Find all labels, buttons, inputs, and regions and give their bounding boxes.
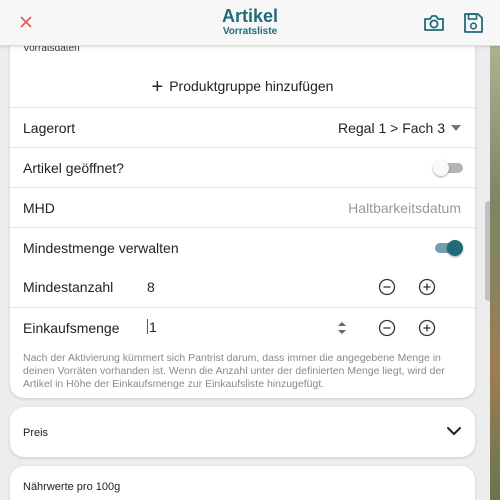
minus-circle-icon (378, 278, 396, 296)
location-value: Regal 1 > Fach 3 (337, 120, 445, 136)
add-product-group-button[interactable]: + Produktgruppe hinzufügen (10, 76, 475, 99)
opened-row: Artikel geöffnet? (10, 147, 475, 187)
min-manage-row: Mindestmenge verwalten (10, 227, 475, 267)
dropdown-caret-icon (451, 125, 461, 131)
buy-qty-input[interactable]: 1 (147, 319, 342, 339)
app-bar: Artikel Vorratsliste (0, 0, 500, 46)
buy-qty-label: Einkaufsmenge (23, 320, 120, 336)
opened-label: Artikel geöffnet? (23, 160, 124, 176)
save-icon (464, 13, 483, 33)
min-manage-toggle[interactable] (433, 240, 463, 256)
text-cursor (147, 319, 148, 334)
mhd-row[interactable]: MHD Haltbarkeitsdatum (10, 187, 475, 227)
min-stock-help-text: Nach der Aktivierung kümmert sich Pantri… (23, 352, 445, 390)
plus-circle-icon (418, 319, 436, 337)
location-label: Lagerort (23, 120, 76, 136)
buy-qty-increment-button[interactable] (418, 319, 436, 337)
plus-icon: + (151, 76, 164, 98)
min-count-row: Mindestanzahl 8 (10, 267, 475, 307)
min-manage-label: Mindestmenge verwalten (23, 240, 179, 256)
camera-icon (424, 15, 444, 31)
min-count-decrement-button[interactable] (378, 278, 396, 296)
add-group-label: Produktgruppe hinzufügen (169, 78, 334, 94)
min-count-label: Mindestanzahl (23, 279, 114, 295)
buy-qty-row: Einkaufsmenge 1 (10, 307, 475, 347)
min-count-increment-button[interactable] (418, 278, 436, 296)
mhd-label: MHD (23, 200, 55, 216)
mhd-input[interactable]: Haltbarkeitsdatum (348, 200, 461, 216)
location-select[interactable]: Regal 1 > Fach 3 (338, 120, 461, 136)
min-count-value[interactable]: 8 (147, 279, 155, 295)
chevron-down-icon (446, 424, 462, 436)
price-label: Preis (23, 427, 49, 439)
spinner-arrows-icon (338, 322, 346, 334)
minus-circle-icon (378, 319, 396, 337)
opened-toggle[interactable] (433, 160, 463, 176)
buy-qty-value: 1 (149, 319, 157, 335)
camera-button[interactable] (422, 12, 446, 34)
price-card[interactable]: Preis (10, 407, 475, 457)
save-button[interactable] (462, 11, 484, 35)
article-sheet: Artikel Vorratsliste Vorratsdaten + Produ… (0, 0, 500, 500)
nutrition-card[interactable]: Nährwerte pro 100g (10, 466, 475, 500)
plus-circle-icon (418, 278, 436, 296)
nutrition-label: Nährwerte pro 100g (23, 481, 121, 493)
buy-qty-decrement-button[interactable] (378, 319, 396, 337)
background-image-right (490, 0, 500, 500)
location-row[interactable]: Lagerort Regal 1 > Fach 3 (10, 107, 475, 147)
toggle-knob (447, 240, 463, 256)
toggle-knob (433, 160, 449, 176)
stock-card: Vorratsdaten + Produktgruppe hinzufügen L… (10, 30, 475, 398)
number-spinner[interactable] (337, 321, 347, 335)
